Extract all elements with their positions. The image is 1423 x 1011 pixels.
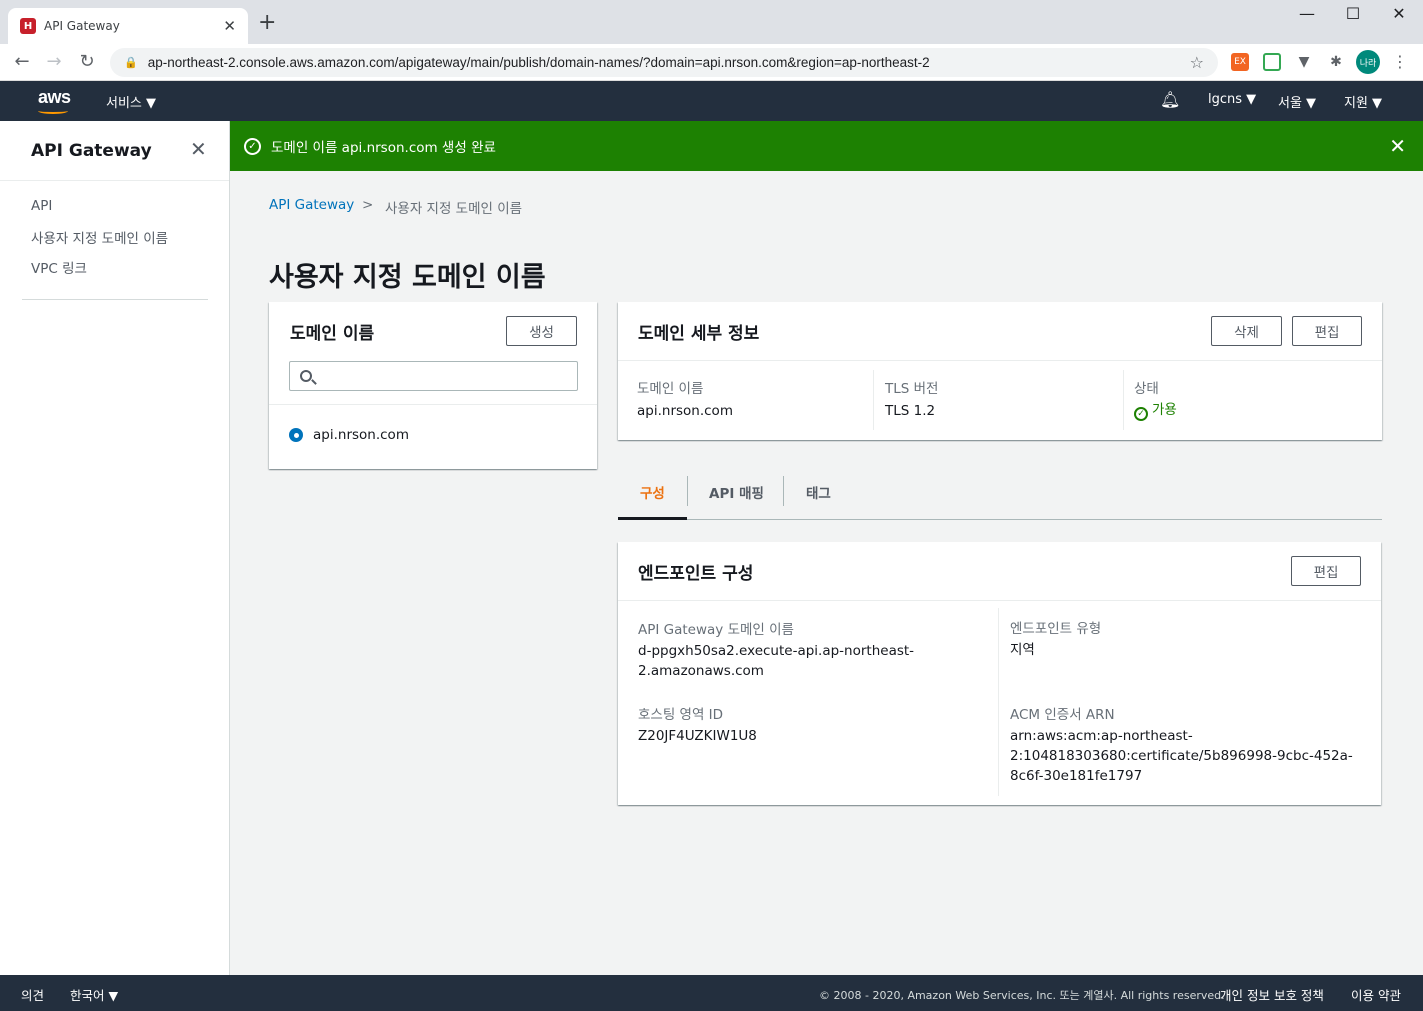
- endpoint-config-title: 엔드포인트 구성: [638, 564, 754, 584]
- active-tab-indicator: [618, 517, 687, 520]
- acm-arn-value: arn:aws:acm:ap-northeast-: [1010, 728, 1193, 744]
- domain-list-card: 도메인 이름 생성 api.nrson.com: [269, 302, 597, 469]
- bell-icon[interactable]: 🔔︎: [1160, 90, 1180, 109]
- divider: [618, 600, 1381, 601]
- page-title: 사용자 지정 도메인 이름: [269, 262, 546, 293]
- domain-details-title: 도메인 세부 정보: [638, 324, 760, 344]
- back-icon[interactable]: ←: [10, 51, 34, 72]
- extension-ex-icon[interactable]: EX: [1231, 53, 1249, 71]
- services-menu[interactable]: 서비스 ▼: [106, 92, 156, 111]
- tab-close-icon[interactable]: ✕: [223, 17, 236, 35]
- sidebar-close-icon[interactable]: ✕: [190, 137, 207, 161]
- field-label: TLS 버전: [885, 381, 939, 397]
- extension-screen-icon[interactable]: [1263, 53, 1281, 71]
- breadcrumb-current: 사용자 지정 도메인 이름: [385, 201, 523, 217]
- check-circle-icon: ✓: [244, 137, 261, 155]
- domain-list-title: 도메인 이름: [290, 324, 375, 344]
- acm-arn-value: 2:104818303680:certificate/5b896998-9cbc…: [1010, 748, 1353, 764]
- extensions-puzzle-icon[interactable]: ✱: [1327, 53, 1345, 71]
- browser-tabbar: H API Gateway ✕ + — ☐ ✕: [0, 0, 1423, 44]
- gateway-domain-value: d-ppgxh50sa2.execute-api.ap-northeast-: [638, 643, 915, 659]
- language-selector[interactable]: 한국어 ▼: [70, 985, 118, 1004]
- forward-icon[interactable]: →: [42, 51, 66, 72]
- hosted-zone-label: 호스팅 영역 ID: [638, 707, 724, 723]
- divider: [618, 360, 1382, 361]
- divider: [269, 404, 597, 405]
- endpoint-edit-button[interactable]: 편집: [1291, 556, 1361, 586]
- breadcrumb-root[interactable]: API Gateway: [269, 197, 354, 213]
- profile-avatar[interactable]: 나라: [1356, 50, 1380, 74]
- hosted-zone-value: Z20JF4UZKIW1U8: [638, 728, 757, 744]
- create-button[interactable]: 생성: [506, 316, 577, 346]
- aws-logo[interactable]: aws: [38, 87, 71, 108]
- sidebar-divider: [22, 299, 208, 300]
- gateway-domain-value: 2.amazonaws.com: [638, 663, 764, 679]
- status-badge: ✓ 가용: [1134, 400, 1177, 421]
- domain-list-item[interactable]: api.nrson.com: [313, 425, 409, 445]
- url-text[interactable]: ap-northeast-2.console.aws.amazon.com/ap…: [148, 55, 1190, 70]
- endpoint-type-value: 지역: [1010, 642, 1035, 658]
- region-menu[interactable]: 서울 ▼: [1278, 92, 1316, 111]
- sidebar-item-custom-domain-names[interactable]: 사용자 지정 도메인 이름: [31, 227, 168, 247]
- reload-icon[interactable]: ↻: [75, 51, 99, 72]
- tab-configuration[interactable]: 구성: [640, 482, 665, 502]
- browser-menu-icon[interactable]: ⋮: [1392, 52, 1408, 71]
- field-label: 상태: [1134, 381, 1159, 397]
- sidebar: API Gateway ✕ API 사용자 지정 도메인 이름 VPC 링크: [0, 121, 230, 975]
- tab-title: API Gateway: [44, 19, 120, 33]
- search-icon: [300, 370, 312, 382]
- flash-close-icon[interactable]: ✕: [1389, 134, 1406, 158]
- lock-icon: 🔒: [124, 56, 138, 69]
- browser-toolbar: ← → ↻ 🔒 ap-northeast-2.console.aws.amazo…: [0, 44, 1423, 81]
- domain-radio[interactable]: [289, 428, 303, 442]
- address-bar[interactable]: 🔒 ap-northeast-2.console.aws.amazon.com/…: [110, 48, 1218, 77]
- edit-button[interactable]: 편집: [1292, 316, 1362, 346]
- privacy-policy-link[interactable]: 개인 정보 보호 정책: [1220, 985, 1324, 1004]
- endpoint-config-card: 엔드포인트 구성 편집 API Gateway 도메인 이름 d-ppgxh50…: [618, 542, 1381, 805]
- field-value: TLS 1.2: [885, 403, 936, 419]
- divider: [1123, 370, 1124, 430]
- account-menu[interactable]: lgcns ▼: [1208, 92, 1256, 107]
- field-label: 도메인 이름: [637, 381, 704, 397]
- field-value: api.nrson.com: [637, 403, 733, 419]
- domain-details-card: 도메인 세부 정보 삭제 편집 도메인 이름 api.nrson.com TLS…: [618, 302, 1382, 440]
- domain-search-input[interactable]: [289, 361, 578, 391]
- status-text: 가용: [1152, 402, 1177, 418]
- check-circle-icon: ✓: [1134, 407, 1148, 421]
- divider: [873, 370, 874, 430]
- breadcrumb-chevron-icon: >: [362, 197, 374, 213]
- aws-console-header: aws 서비스 ▼ 🔔︎ lgcns ▼ 서울 ▼ 지원 ▼: [0, 81, 1423, 121]
- feedback-link[interactable]: 의견: [21, 985, 44, 1004]
- window-close-icon[interactable]: ✕: [1376, 4, 1422, 23]
- aws-smile-icon: [38, 108, 68, 114]
- tab-api-mappings[interactable]: API 매핑: [709, 482, 764, 502]
- extension-v-icon[interactable]: ▼: [1295, 53, 1313, 71]
- endpoint-type-label: 엔드포인트 유형: [1010, 621, 1102, 637]
- maximize-icon[interactable]: ☐: [1330, 4, 1376, 23]
- sidebar-divider: [0, 180, 229, 181]
- sidebar-item-vpc-links[interactable]: VPC 링크: [31, 257, 87, 277]
- aws-favicon-icon: H: [20, 18, 36, 34]
- tab-separator: [687, 476, 688, 506]
- sidebar-title: API Gateway: [31, 141, 152, 161]
- browser-tab[interactable]: H API Gateway ✕: [8, 8, 248, 44]
- bookmark-star-icon[interactable]: ☆: [1190, 53, 1204, 72]
- terms-link[interactable]: 이용 약관: [1351, 985, 1401, 1004]
- flash-message: 도메인 이름 api.nrson.com 생성 완료: [271, 140, 496, 156]
- tab-tags[interactable]: 태그: [806, 482, 831, 502]
- copyright-text: © 2008 - 2020, Amazon Web Services, Inc.…: [819, 989, 1225, 1002]
- delete-button[interactable]: 삭제: [1211, 316, 1282, 346]
- success-flash: ✓ 도메인 이름 api.nrson.com 생성 완료 ✕: [230, 121, 1423, 171]
- acm-arn-value: 8c6f-30e181fe1797: [1010, 768, 1143, 784]
- tab-separator: [783, 476, 784, 506]
- divider: [998, 608, 999, 796]
- acm-arn-label: ACM 인증서 ARN: [1010, 707, 1115, 723]
- console-footer: 의견 한국어 ▼ © 2008 - 2020, Amazon Web Servi…: [0, 975, 1423, 1011]
- tabs-baseline: [618, 519, 1382, 520]
- sidebar-item-api[interactable]: API: [31, 198, 52, 214]
- support-menu[interactable]: 지원 ▼: [1344, 92, 1382, 111]
- new-tab-icon[interactable]: +: [258, 12, 276, 34]
- gateway-domain-label: API Gateway 도메인 이름: [638, 622, 794, 638]
- minimize-icon[interactable]: —: [1284, 4, 1330, 23]
